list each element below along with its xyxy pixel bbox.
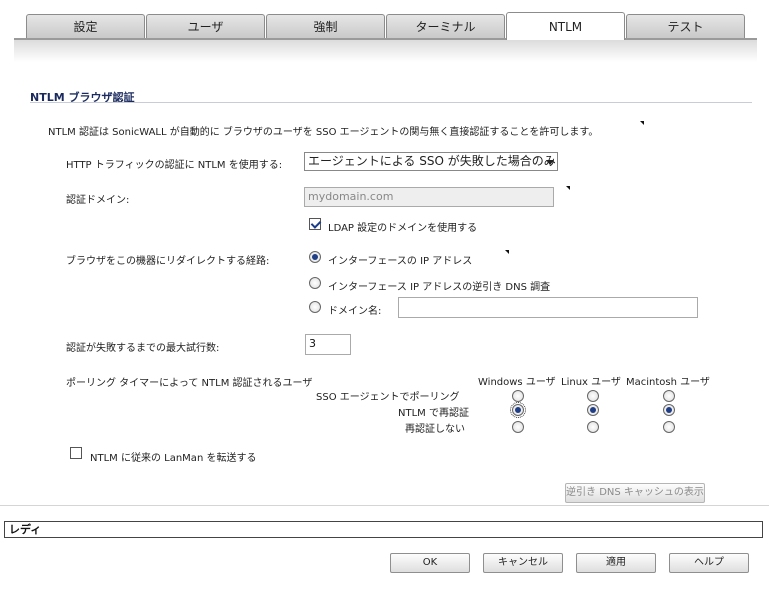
tab-enforcement[interactable]: 強制 (266, 14, 385, 38)
status-bar: レディ (4, 521, 763, 538)
redirect-label: ブラウザをこの機器にリダイレクトする経路: (66, 256, 270, 267)
description-text: NTLM 認証は SonicWALL が自動的に ブラウザのユーザを SSO エ… (48, 127, 599, 138)
row-no-reauth-label: 再認証しない (405, 424, 465, 435)
http-auth-select[interactable]: エージェントによる SSO が失敗した場合のみ (304, 152, 558, 171)
redirect-reverse-dns-radio[interactable] (309, 277, 321, 289)
tab-terminal[interactable]: ターミナル (386, 14, 505, 38)
ntlm-reauth-linux-radio[interactable] (587, 404, 599, 416)
forward-lanman-checkbox[interactable] (70, 447, 82, 459)
redirect-interface-ip-label: インターフェースの IP アドレス (328, 256, 473, 267)
bottom-divider (0, 505, 769, 506)
help-button[interactable]: ヘルプ (669, 553, 749, 573)
use-ldap-domain-checkbox[interactable] (309, 218, 321, 230)
row-sso-agent-polling-label: SSO エージェントでポーリング (316, 392, 460, 403)
show-reverse-dns-cache-button[interactable]: 逆引き DNS キャッシュの表示 (565, 483, 705, 503)
col-windows-users: Windows ユーザ (478, 377, 556, 388)
max-attempts-input[interactable]: 3 (305, 334, 351, 355)
chevron-down-icon (546, 160, 554, 165)
sso-polling-linux-radio[interactable] (587, 390, 599, 402)
auth-domain-label: 認証ドメイン: (66, 195, 130, 206)
tab-test[interactable]: テスト (626, 14, 745, 38)
polling-label: ポーリング タイマーによって NTLM 認証されるユーザ (66, 378, 313, 389)
section-divider (30, 102, 752, 103)
auth-domain-input[interactable]: mydomain.com (304, 187, 554, 207)
use-ldap-domain-label: LDAP 設定のドメインを使用する (328, 223, 478, 234)
no-reauth-windows-radio[interactable] (512, 421, 524, 433)
redirect-domain-name-label: ドメイン名: (328, 306, 382, 317)
help-marker-icon (640, 121, 644, 125)
redirect-domain-name-radio[interactable] (309, 301, 321, 313)
redirect-domain-name-input[interactable] (398, 297, 698, 318)
cancel-button[interactable]: キャンセル (483, 553, 563, 573)
http-auth-label: HTTP トラフィックの認証に NTLM を使用する: (66, 160, 283, 171)
tab-panel-shade (14, 40, 757, 62)
col-linux-users: Linux ユーザ (561, 377, 621, 388)
help-marker-icon (505, 250, 509, 254)
ntlm-reauth-windows-radio[interactable] (510, 402, 526, 418)
ntlm-reauth-mac-radio[interactable] (663, 404, 675, 416)
tab-ntlm[interactable]: NTLM (506, 12, 625, 40)
col-macintosh-users: Macintosh ユーザ (626, 377, 710, 388)
sso-polling-mac-radio[interactable] (663, 390, 675, 402)
tab-bar: 設定 ユーザ 強制 ターミナル NTLM テスト (0, 0, 769, 40)
redirect-reverse-dns-label: インターフェース IP アドレスの逆引き DNS 調査 (328, 282, 551, 293)
no-reauth-linux-radio[interactable] (587, 421, 599, 433)
no-reauth-mac-radio[interactable] (663, 421, 675, 433)
help-marker-icon (566, 186, 570, 190)
http-auth-selected-value: エージェントによる SSO が失敗した場合のみ (308, 154, 556, 168)
ok-button[interactable]: OK (390, 553, 470, 573)
tab-users[interactable]: ユーザ (146, 14, 265, 38)
max-attempts-label: 認証が失敗するまでの最大試行数: (66, 343, 220, 354)
tab-settings[interactable]: 設定 (26, 14, 145, 38)
row-ntlm-reauth-label: NTLM で再認証 (398, 408, 469, 419)
forward-lanman-label: NTLM に従来の LanMan を転送する (90, 453, 257, 464)
apply-button[interactable]: 適用 (576, 553, 656, 573)
redirect-interface-ip-radio[interactable] (309, 251, 321, 263)
sso-polling-windows-radio[interactable] (512, 390, 524, 402)
